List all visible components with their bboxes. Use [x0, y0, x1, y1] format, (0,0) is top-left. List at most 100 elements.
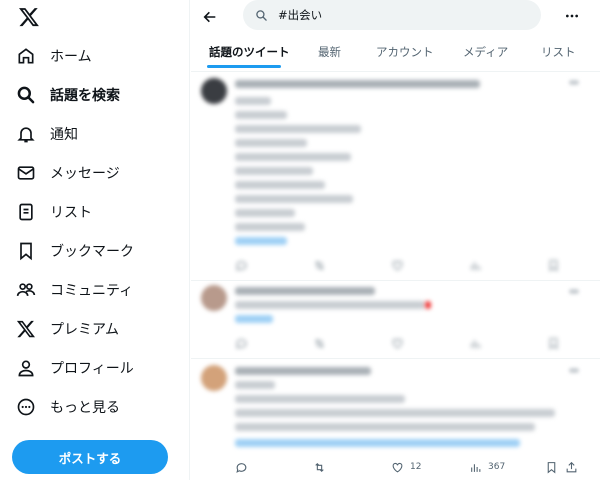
sidebar-item-more[interactable]: もっと見る	[16, 392, 120, 422]
search-icon	[17, 86, 35, 104]
repost-icon	[315, 260, 324, 270]
search-input[interactable]	[278, 8, 508, 22]
avatar[interactable]	[201, 365, 227, 391]
redacted-text	[235, 167, 313, 175]
back-button[interactable]	[199, 6, 221, 28]
redacted-menu	[569, 289, 579, 294]
tweet-actions: 12 367	[235, 457, 585, 477]
sidebar-item-label: コミュニティ	[50, 283, 134, 299]
home-icon	[18, 48, 34, 64]
sidebar-item-label: プロフィール	[50, 361, 134, 377]
tweet[interactable]: 12 367	[191, 359, 600, 480]
tab-lists[interactable]: リスト	[541, 32, 576, 72]
like-button[interactable]	[391, 333, 404, 353]
share-icon	[566, 461, 577, 472]
view-count: 367	[488, 462, 506, 472]
reply-button[interactable]	[235, 255, 248, 275]
bell-icon	[17, 127, 35, 143]
reply-icon	[236, 338, 247, 349]
views-button[interactable]	[469, 255, 482, 275]
bookmark-button[interactable]	[547, 255, 560, 275]
redacted-menu	[569, 80, 579, 85]
redacted-menu	[569, 368, 579, 373]
sidebar-item-communities[interactable]: コミュニティ	[16, 275, 133, 305]
redacted-text	[235, 139, 307, 147]
views-icon	[471, 463, 481, 472]
redacted-hashtag[interactable]	[235, 237, 287, 245]
redacted-text	[235, 301, 425, 309]
sidebar-item-premium[interactable]: プレミアム	[16, 314, 119, 344]
active-tab-indicator	[207, 65, 281, 68]
repost-button[interactable]	[313, 255, 326, 275]
redacted-header	[235, 287, 375, 295]
tab-media[interactable]: メディア	[463, 32, 508, 72]
post-button[interactable]: ポストする	[12, 440, 168, 474]
avatar[interactable]	[201, 285, 227, 311]
list-icon	[19, 203, 33, 221]
tab-latest[interactable]: 最新	[318, 32, 341, 72]
reply-button[interactable]	[235, 457, 248, 477]
views-icon	[471, 339, 481, 348]
redacted-header	[235, 367, 371, 375]
redacted-text	[235, 381, 275, 389]
bookmark-icon	[549, 337, 558, 350]
repost-icon	[315, 462, 324, 472]
community-icon	[16, 283, 36, 296]
redacted-text	[235, 97, 271, 105]
sidebar: ホーム 話題を検索 通知 メッセージ リスト ブックマーク コミュニティ プレミ…	[0, 0, 190, 480]
redacted-text	[235, 195, 353, 203]
redacted-text	[235, 111, 287, 119]
redacted-text	[235, 209, 295, 217]
avatar[interactable]	[201, 78, 227, 104]
redacted-header	[235, 80, 480, 88]
repost-button[interactable]	[313, 457, 326, 477]
more-circle-icon	[17, 398, 35, 416]
more-horizontal-icon	[566, 14, 578, 18]
x-logo-icon	[16, 320, 35, 338]
redacted-text	[235, 181, 325, 189]
search-field[interactable]	[243, 0, 541, 30]
views-button[interactable]: 367	[469, 457, 505, 477]
repost-button[interactable]	[313, 333, 326, 353]
sidebar-item-notifications[interactable]: 通知	[16, 119, 78, 149]
sidebar-item-label: プレミアム	[50, 322, 120, 338]
bookmark-button[interactable]	[545, 457, 558, 477]
redacted-text	[235, 423, 535, 431]
x-logo-icon[interactable]	[18, 6, 40, 28]
views-icon	[471, 261, 481, 270]
person-icon	[18, 360, 34, 377]
like-button[interactable]: 12	[391, 457, 421, 477]
like-button[interactable]	[391, 255, 404, 275]
heart-icon	[392, 338, 403, 348]
tweet-actions	[235, 255, 585, 275]
search-icon	[256, 9, 267, 21]
more-options-button[interactable]	[561, 5, 583, 27]
bookmark-icon	[547, 461, 556, 474]
redacted-text	[235, 409, 555, 417]
sidebar-item-bookmarks[interactable]: ブックマーク	[16, 236, 134, 266]
redacted-hashtags[interactable]	[235, 439, 520, 447]
redacted-text	[235, 223, 305, 231]
sidebar-item-profile[interactable]: プロフィール	[16, 353, 134, 383]
tweet-actions	[235, 333, 585, 353]
arrow-left-icon	[203, 11, 216, 23]
tweet[interactable]	[191, 281, 600, 359]
sidebar-item-label: ホーム	[50, 49, 92, 65]
sidebar-item-explore[interactable]: 話題を検索	[16, 80, 120, 110]
bookmark-icon	[549, 259, 558, 272]
redacted-text	[235, 153, 351, 161]
views-button[interactable]	[469, 333, 482, 353]
tab-people[interactable]: アカウント	[376, 32, 434, 72]
heart-icon	[392, 462, 403, 472]
main-column: 話題のツイート 最新 アカウント メディア リスト	[191, 0, 600, 480]
sidebar-item-lists[interactable]: リスト	[16, 197, 92, 227]
reply-button[interactable]	[235, 333, 248, 353]
redacted-text	[235, 395, 405, 403]
sidebar-item-messages[interactable]: メッセージ	[16, 158, 120, 188]
bookmark-button[interactable]	[547, 333, 560, 353]
redacted-hashtag[interactable]	[235, 315, 273, 323]
tweet[interactable]	[191, 73, 600, 281]
sidebar-item-home[interactable]: ホーム	[16, 41, 92, 71]
sidebar-item-label: リスト	[50, 205, 92, 221]
share-button[interactable]	[565, 457, 578, 477]
